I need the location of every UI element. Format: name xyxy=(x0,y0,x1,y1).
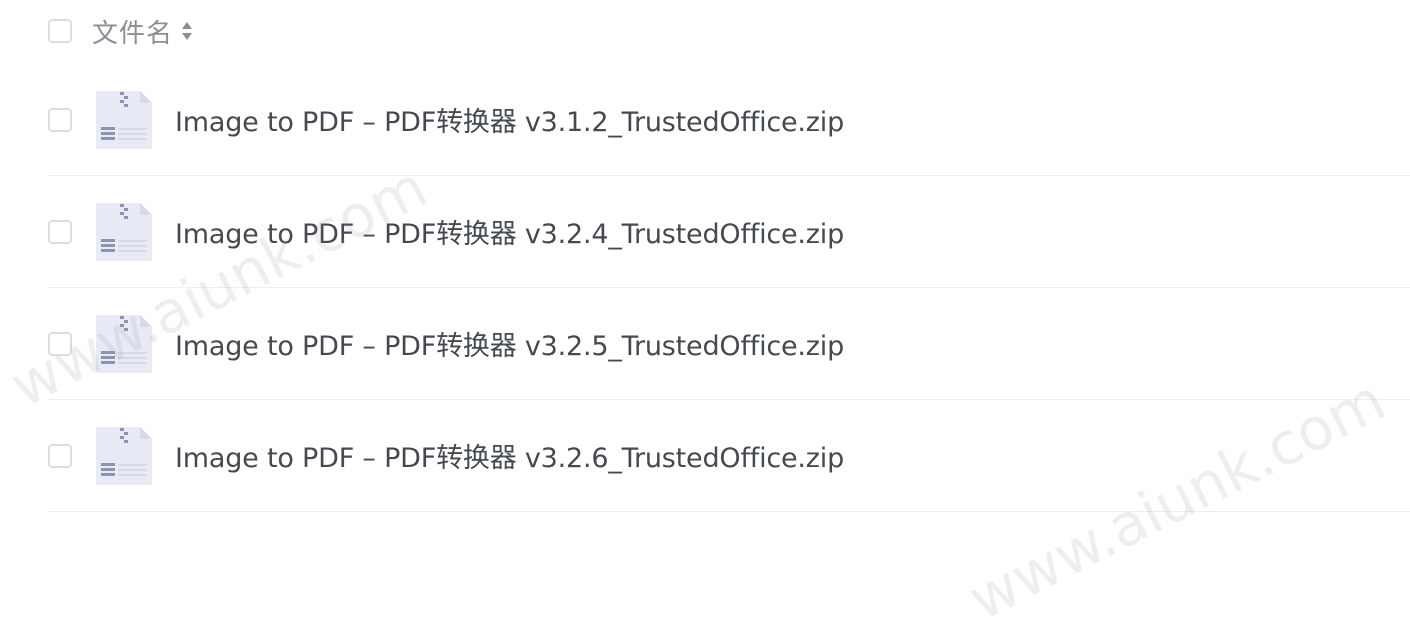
zip-file-icon xyxy=(96,426,152,485)
list-header: 文件名 xyxy=(48,0,193,62)
sort-updown-icon[interactable] xyxy=(181,20,193,42)
zip-file-icon xyxy=(96,90,152,149)
file-name[interactable]: Image to PDF – PDF转换器 v3.1.2_TrustedOffi… xyxy=(175,100,844,139)
row-checkbox[interactable] xyxy=(48,443,72,468)
file-name[interactable]: Image to PDF – PDF转换器 v3.2.4_TrustedOffi… xyxy=(175,212,844,251)
row-checkbox[interactable] xyxy=(48,331,72,356)
file-row[interactable]: Image to PDF – PDF转换器 v3.1.2_TrustedOffi… xyxy=(48,64,1410,176)
row-checkbox[interactable] xyxy=(48,107,72,132)
zip-file-icon xyxy=(96,314,152,373)
select-all-checkbox[interactable] xyxy=(48,19,72,43)
file-list: Image to PDF – PDF转换器 v3.1.2_TrustedOffi… xyxy=(48,64,1410,512)
column-header-filename[interactable]: 文件名 xyxy=(92,13,173,50)
zip-file-icon xyxy=(96,202,152,261)
file-row[interactable]: Image to PDF – PDF转换器 v3.2.6_TrustedOffi… xyxy=(48,400,1410,512)
file-row[interactable]: Image to PDF – PDF转换器 v3.2.4_TrustedOffi… xyxy=(48,176,1410,288)
file-name[interactable]: Image to PDF – PDF转换器 v3.2.5_TrustedOffi… xyxy=(175,324,844,363)
file-name[interactable]: Image to PDF – PDF转换器 v3.2.6_TrustedOffi… xyxy=(175,436,844,475)
file-row[interactable]: Image to PDF – PDF转换器 v3.2.5_TrustedOffi… xyxy=(48,288,1410,400)
file-list-page: 文件名 Image to PDF – PDF转换器 v3.1.2_Trusted… xyxy=(0,0,1410,626)
row-checkbox[interactable] xyxy=(48,219,72,244)
